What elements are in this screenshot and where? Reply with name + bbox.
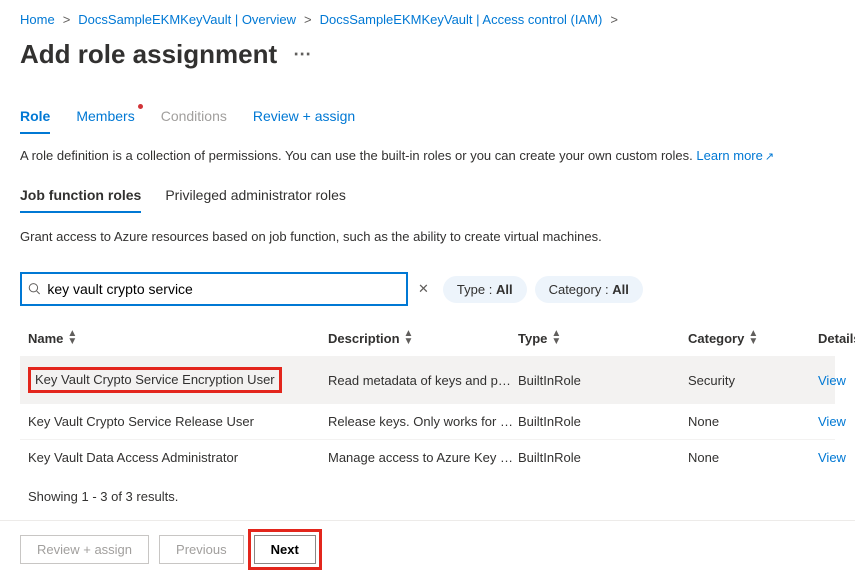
role-name: Key Vault Crypto Service Encryption User	[28, 367, 282, 393]
col-category[interactable]: Category▲▼	[688, 330, 818, 346]
col-type[interactable]: Type▲▼	[518, 330, 688, 346]
clear-search-icon[interactable]: ✕	[418, 281, 429, 297]
tab-conditions: Conditions	[161, 108, 227, 134]
tab-review[interactable]: Review + assign	[253, 108, 355, 134]
helper-text: Grant access to Azure resources based on…	[20, 229, 835, 244]
chevron-right-icon: >	[610, 12, 618, 27]
filter-category[interactable]: Category : All	[535, 276, 643, 303]
role-search[interactable]	[20, 272, 408, 306]
roles-table: Name▲▼ Description▲▼ Type▲▼ Category▲▼ D…	[20, 320, 835, 475]
role-category: None	[688, 414, 818, 429]
page-title: Add role assignment	[20, 39, 277, 70]
wizard-footer: Review + assign Previous Next	[0, 520, 855, 578]
chevron-right-icon: >	[304, 12, 312, 27]
breadcrumb: Home > DocsSampleEKMKeyVault | Overview …	[20, 8, 835, 31]
role-description: Manage access to Azure Key …	[328, 450, 518, 465]
sort-icon: ▲▼	[404, 330, 414, 346]
external-link-icon: ↗	[765, 151, 774, 163]
role-description: Read metadata of keys and p…	[328, 373, 518, 388]
tab-role[interactable]: Role	[20, 108, 50, 134]
breadcrumb-home[interactable]: Home	[20, 12, 55, 27]
filter-type[interactable]: Type : All	[443, 276, 527, 303]
role-type: BuiltInRole	[518, 373, 688, 388]
more-actions-icon[interactable]: ⋯	[293, 44, 312, 65]
role-type: BuiltInRole	[518, 450, 688, 465]
previous-button: Previous	[159, 535, 244, 564]
view-link[interactable]: View	[818, 414, 855, 429]
subtab-privileged[interactable]: Privileged administrator roles	[165, 185, 346, 213]
attention-dot-icon	[138, 104, 143, 109]
sort-icon: ▲▼	[67, 330, 77, 346]
role-search-input[interactable]	[45, 280, 400, 298]
col-description[interactable]: Description▲▼	[328, 330, 518, 346]
role-description: Release keys. Only works for …	[328, 414, 518, 429]
review-assign-button: Review + assign	[20, 535, 149, 564]
search-icon	[28, 282, 41, 296]
view-link[interactable]: View	[818, 450, 855, 465]
subtab-job-function[interactable]: Job function roles	[20, 185, 141, 213]
role-intro-text: A role definition is a collection of per…	[20, 148, 693, 163]
role-name: Key Vault Crypto Service Release User	[28, 414, 254, 429]
col-name[interactable]: Name▲▼	[28, 330, 328, 346]
col-details: Details	[818, 331, 855, 346]
role-name: Key Vault Data Access Administrator	[28, 450, 238, 465]
breadcrumb-iam[interactable]: DocsSampleEKMKeyVault | Access control (…	[320, 12, 603, 27]
results-count: Showing 1 - 3 of 3 results.	[28, 489, 835, 504]
chevron-right-icon: >	[63, 12, 71, 27]
next-button[interactable]: Next	[254, 535, 316, 564]
sort-icon: ▲▼	[748, 330, 758, 346]
sort-icon: ▲▼	[551, 330, 561, 346]
tab-members[interactable]: Members	[76, 108, 134, 134]
role-category: Security	[688, 373, 818, 388]
role-subtabs: Job function roles Privileged administra…	[20, 185, 835, 213]
wizard-tabs: Role Members Conditions Review + assign	[20, 108, 835, 134]
view-link[interactable]: View	[818, 373, 855, 388]
table-row[interactable]: Key Vault Data Access Administrator Mana…	[20, 439, 835, 475]
learn-more-link[interactable]: Learn more	[696, 148, 762, 163]
table-row[interactable]: Key Vault Crypto Service Release User Re…	[20, 403, 835, 439]
role-type: BuiltInRole	[518, 414, 688, 429]
breadcrumb-overview[interactable]: DocsSampleEKMKeyVault | Overview	[78, 12, 296, 27]
role-category: None	[688, 450, 818, 465]
table-row[interactable]: Key Vault Crypto Service Encryption User…	[20, 356, 835, 403]
